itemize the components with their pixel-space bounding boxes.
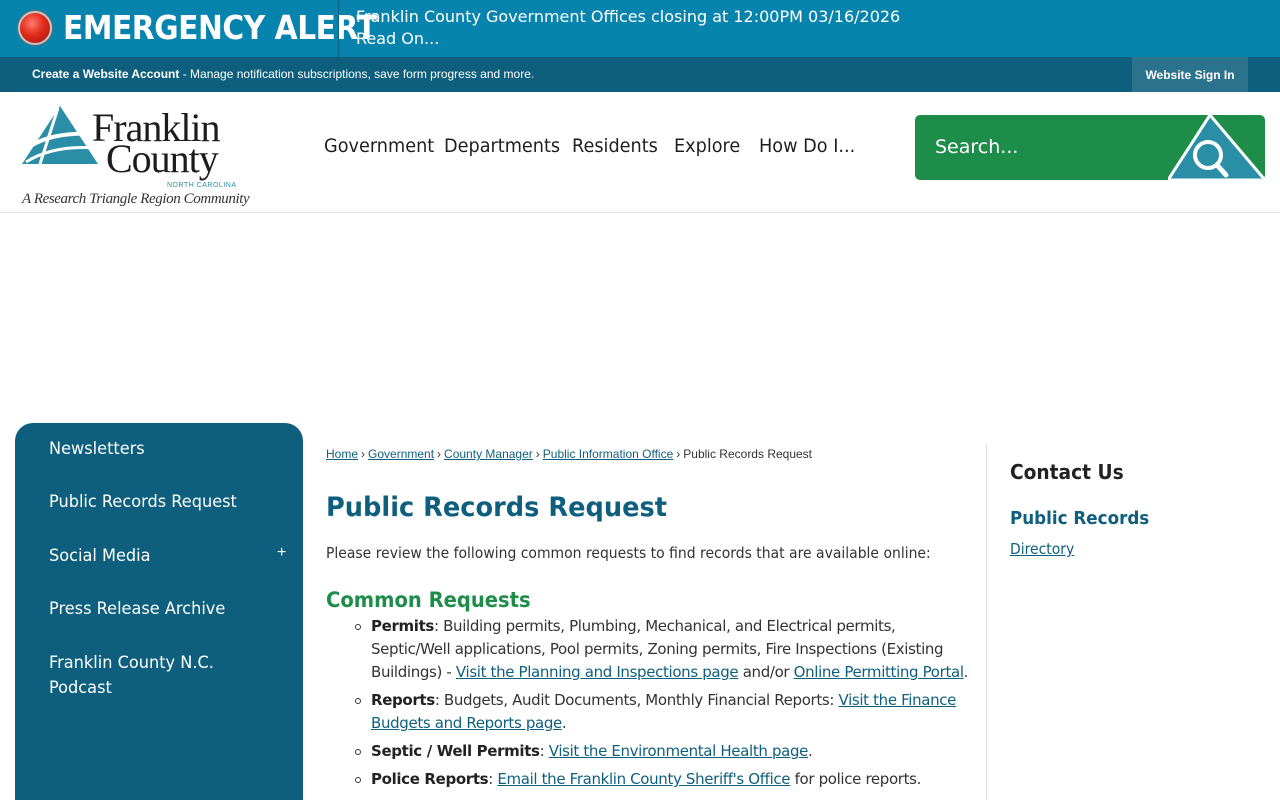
nav-item-how-do-i[interactable]: How Do I... — [759, 135, 855, 157]
alert-message-text: Franklin County Government Offices closi… — [356, 7, 901, 26]
request-label: Police Reports — [371, 770, 489, 788]
request-text: . — [561, 714, 567, 732]
environmental-health-link[interactable]: Visit the Environmental Health page — [549, 742, 809, 760]
account-bar: Create a Website Account - Manage notifi… — [0, 57, 1280, 92]
create-account-notice: Create a Website Account - Manage notifi… — [32, 67, 534, 81]
logo-name-line2: County — [106, 136, 219, 181]
breadcrumb-current: Public Records Request — [683, 447, 813, 461]
alert-title: EMERGENCY ALERT — [63, 8, 377, 47]
request-text: . — [808, 742, 813, 760]
sidebar-item-newsletters[interactable]: Newsletters — [49, 437, 145, 462]
sheriff-office-email-link[interactable]: Email the Franklin County Sheriff's Offi… — [497, 770, 790, 788]
expand-icon[interactable]: + — [277, 544, 286, 562]
breadcrumb-county-manager[interactable]: County Manager — [444, 447, 533, 461]
breadcrumb: Home › Government › County Manager › Public In… — [326, 447, 812, 461]
nav-item-residents[interactable]: Residents — [572, 135, 658, 157]
request-text: and/or — [738, 663, 794, 681]
alert-indicator-icon — [18, 11, 52, 45]
alert-read-on-link[interactable]: Read On... — [356, 28, 900, 50]
contact-department-name: Public Records — [1010, 508, 1150, 529]
request-label: Permits — [371, 617, 434, 635]
request-text: : Budgets, Audit Documents, Monthly Fina… — [434, 691, 839, 709]
sidebar-item-podcast[interactable]: Franklin County N.C. Podcast — [49, 651, 214, 701]
online-permitting-portal-link[interactable]: Online Permitting Portal — [794, 663, 964, 681]
alert-message[interactable]: Franklin County Government Offices closi… — [356, 6, 900, 50]
create-account-link[interactable]: Create a Website Account — [32, 67, 179, 81]
column-divider — [986, 445, 987, 800]
breadcrumb-government[interactable]: Government — [368, 447, 434, 461]
list-item: Permits: Building permits, Plumbing, Mec… — [354, 615, 974, 684]
intro-text: Please review the following common reque… — [326, 544, 931, 562]
sidebar-item-podcast-line2: Podcast — [49, 678, 112, 698]
list-item: Police Reports: Email the Franklin Count… — [354, 768, 974, 791]
sidebar-nav: Newsletters Public Records Request Socia… — [15, 423, 303, 800]
breadcrumb-separator: › — [535, 447, 540, 461]
breadcrumb-separator: › — [676, 447, 681, 461]
request-text: for police reports. — [790, 770, 922, 788]
breadcrumb-home[interactable]: Home — [326, 447, 358, 461]
franklin-county-logo[interactable]: Franklin County NORTH CAROLINA A Researc… — [20, 102, 250, 207]
sidebar-item-social-media[interactable]: Social Media — [49, 544, 151, 569]
requests-list: Permits: Building permits, Plumbing, Mec… — [354, 615, 974, 796]
nav-item-departments[interactable]: Departments — [444, 135, 560, 157]
alert-divider — [338, 0, 339, 57]
breadcrumb-public-information-office[interactable]: Public Information Office — [543, 447, 674, 461]
request-text: : — [488, 770, 498, 788]
common-requests-heading: Common Requests — [326, 588, 531, 612]
website-sign-in-button[interactable]: Website Sign In — [1132, 57, 1248, 92]
logo-state: NORTH CAROLINA — [167, 182, 237, 189]
request-label: Septic / Well Permits — [371, 742, 540, 760]
sidebar-item-public-records-request[interactable]: Public Records Request — [49, 490, 237, 515]
nav-item-explore[interactable]: Explore — [674, 135, 740, 157]
breadcrumb-separator: › — [361, 447, 366, 461]
list-item: Septic / Well Permits: Visit the Environ… — [354, 740, 974, 763]
triangle-logo-icon — [20, 106, 99, 165]
request-text: : — [539, 742, 549, 760]
contact-us-heading: Contact Us — [1010, 460, 1124, 484]
list-item: Reports: Budgets, Audit Documents, Month… — [354, 689, 974, 735]
sidebar-item-podcast-line1: Franklin County N.C. — [49, 653, 214, 673]
breadcrumb-separator: › — [437, 447, 442, 461]
search-button[interactable] — [1166, 115, 1265, 180]
directory-link[interactable]: Directory — [1010, 540, 1074, 558]
search-input[interactable] — [935, 135, 1165, 159]
nav-item-government[interactable]: Government — [324, 135, 434, 157]
search-icon — [1166, 115, 1265, 180]
request-text: . — [963, 663, 969, 681]
sidebar-item-press-release-archive[interactable]: Press Release Archive — [49, 597, 225, 622]
create-account-description: - Manage notification subscriptions, sav… — [179, 67, 535, 81]
emergency-alert-bar: EMERGENCY ALERT Franklin County Governme… — [0, 0, 1280, 57]
request-label: Reports — [371, 691, 435, 709]
logo-tagline: A Research Triangle Region Community — [22, 191, 250, 207]
site-search — [915, 115, 1265, 180]
page-title: Public Records Request — [326, 492, 668, 523]
planning-inspections-link[interactable]: Visit the Planning and Inspections page — [456, 663, 739, 681]
